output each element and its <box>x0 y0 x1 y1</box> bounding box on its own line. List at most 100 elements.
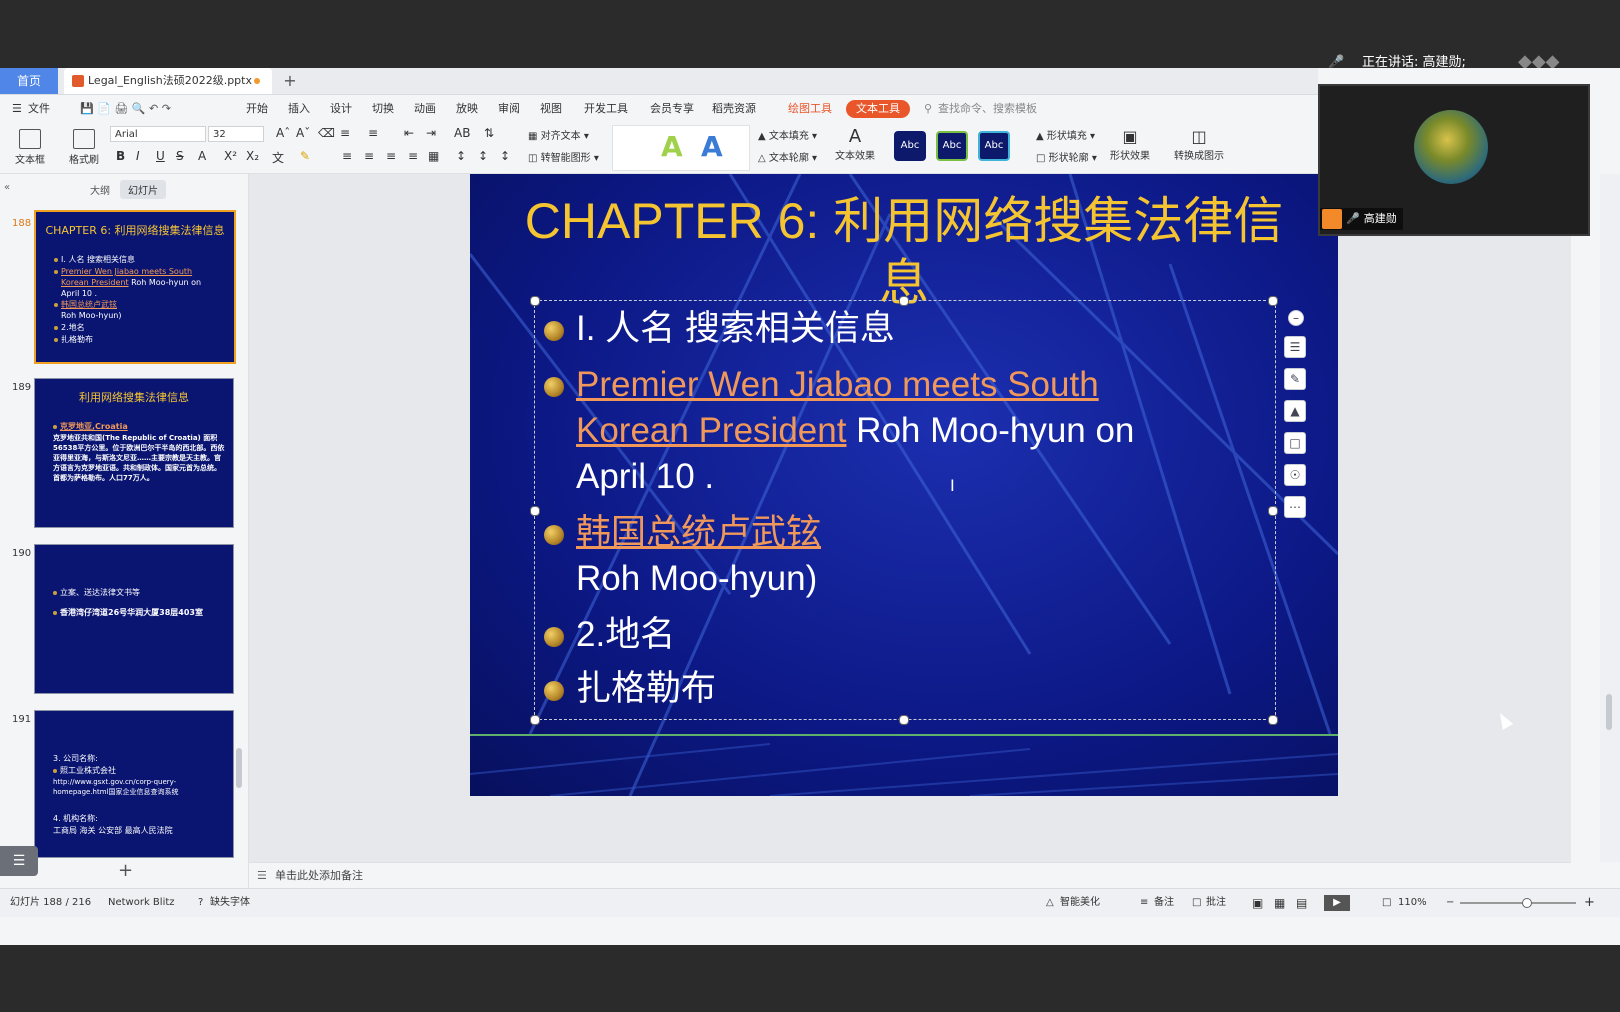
menu-hamburger-icon[interactable]: ☰ <box>12 95 22 123</box>
resize-handle[interactable] <box>530 715 540 725</box>
more-tools-icon[interactable]: ⋯ <box>1284 496 1306 518</box>
menu-review[interactable]: 审阅 <box>498 95 520 123</box>
outdent-icon[interactable]: ⇤ <box>404 126 414 140</box>
scroll-thumb[interactable] <box>1606 694 1612 730</box>
slide-thumb-188[interactable]: CHAPTER 6: 利用网络搜集法律信息 I. 人名 搜索相关信息 Premi… <box>34 210 236 364</box>
collapse-tools-icon[interactable]: – <box>1288 310 1304 326</box>
resize-handle[interactable] <box>1268 296 1278 306</box>
menu-design[interactable]: 设计 <box>330 95 352 123</box>
reading-view-icon[interactable]: ▤ <box>1296 889 1307 917</box>
line-spacing-icon[interactable]: ↕ <box>456 149 466 163</box>
shape-fill-button[interactable]: ▲ 形状填充 ▾ <box>1036 127 1095 142</box>
font-grow-icon[interactable]: Aˆ <box>276 126 290 140</box>
theme-name[interactable]: Network Blitz <box>108 889 175 917</box>
menu-drawing-tools[interactable]: 绘图工具 <box>788 95 832 123</box>
sort-icon[interactable]: ⇅ <box>484 126 494 140</box>
menu-animation[interactable]: 动画 <box>414 95 436 123</box>
lightbulb-icon[interactable]: ☉ <box>1284 464 1306 486</box>
zoom-slider-thumb[interactable] <box>1522 898 1532 908</box>
smart-beautify-button[interactable]: 智能美化 <box>1060 889 1100 917</box>
add-slide-button[interactable]: + <box>118 860 133 881</box>
slide-thumb-189[interactable]: 利用网络搜集法律信息 克罗地亚,Croatia 克罗地亚共和国(The Repu… <box>34 378 234 528</box>
align-text-button[interactable]: ▦ 对齐文本 ▾ <box>528 127 589 142</box>
shape-outline-button[interactable]: □ 形状轮廓 ▾ <box>1036 149 1097 164</box>
zoom-in-icon[interactable]: + <box>1584 889 1595 917</box>
normal-view-icon[interactable]: ▣ <box>1252 889 1263 917</box>
menu-transition[interactable]: 切换 <box>372 95 394 123</box>
resize-handle[interactable] <box>530 506 540 516</box>
quick-access-icons[interactable]: 💾 📄 🖨 🔍 ↶ ↷ <box>80 95 171 123</box>
thumb-scrollbar[interactable] <box>236 748 242 788</box>
numbering-icon[interactable]: ≡ <box>368 126 378 140</box>
menu-view[interactable]: 视图 <box>540 95 562 123</box>
text-fill-button[interactable]: ▲ 文本填充 ▾ <box>758 127 817 142</box>
pen-icon[interactable]: ✎ <box>1284 368 1306 390</box>
menu-home[interactable]: 开始 <box>246 95 268 123</box>
wordart-gallery[interactable]: A A <box>612 125 750 171</box>
clear-format-icon[interactable]: ⌫ <box>318 126 335 140</box>
tab-document[interactable]: Legal_English法硕2022级.pptx <box>64 68 272 94</box>
resize-handle[interactable] <box>899 715 909 725</box>
shape-style-3[interactable]: Abc <box>978 131 1010 161</box>
highlight-icon[interactable]: ✎ <box>300 149 310 163</box>
align-right-icon[interactable]: ≡ <box>386 149 396 163</box>
tab-slides[interactable]: 幻灯片 <box>120 180 166 199</box>
indent-icon[interactable]: ⇥ <box>426 126 436 140</box>
menu-developer[interactable]: 开发工具 <box>584 95 628 123</box>
outline-toggle-icon[interactable]: ☰ <box>0 846 38 876</box>
bullet-link[interactable]: 韩国总统卢武铉 <box>576 510 821 556</box>
tab-home[interactable]: 首页 <box>0 68 58 94</box>
underline-icon[interactable]: U <box>156 149 165 163</box>
notes-bar[interactable]: ☰ 单击此处添加备注 <box>249 862 1571 889</box>
comments-button[interactable]: 批注 <box>1206 889 1226 917</box>
collapse-panel-icon[interactable]: « <box>4 182 10 193</box>
justify-icon[interactable]: ≡ <box>408 149 418 163</box>
resize-handle[interactable] <box>899 296 909 306</box>
frame-icon[interactable]: □ <box>1284 432 1306 454</box>
resize-handle[interactable] <box>1268 715 1278 725</box>
textbox-button[interactable]: 文本框 <box>10 129 50 166</box>
bold-icon[interactable]: B <box>116 149 125 163</box>
zoom-slider[interactable] <box>1460 902 1576 904</box>
font-select[interactable]: Arial <box>110 126 206 142</box>
italic-icon[interactable]: I <box>136 149 140 163</box>
participant-video[interactable]: 🎤 高建勋 <box>1318 84 1590 236</box>
text-effect-button[interactable]: A 文本效果 <box>830 127 880 163</box>
smartart-button[interactable]: ◫ 转智能图形 ▾ <box>528 149 599 164</box>
bullets-icon[interactable]: ≡ <box>340 126 350 140</box>
missing-font-button[interactable]: 缺失字体 <box>210 889 250 917</box>
phonetic-icon[interactable]: 文 <box>272 149 284 166</box>
menu-text-tools[interactable]: 文本工具 <box>846 100 910 118</box>
zoom-level[interactable]: 110% <box>1398 889 1427 917</box>
shape-style-1[interactable]: Abc <box>894 131 926 161</box>
notes-placeholder[interactable]: 单击此处添加备注 <box>275 863 363 889</box>
font-size-select[interactable]: 32 <box>208 126 264 142</box>
menu-file[interactable]: 文件 <box>28 95 50 123</box>
convert-diagram-button[interactable]: ◫ 转换成图示 <box>1168 127 1230 162</box>
fit-window-icon[interactable]: □ <box>1382 889 1391 917</box>
slide-thumb-190[interactable]: 立案、送达法律文书等 香港湾仔湾道26号华润大厦38层403室 <box>34 544 234 694</box>
menu-member[interactable]: 会员专享 <box>650 95 694 123</box>
play-slideshow-button[interactable]: ▶ <box>1324 895 1350 911</box>
bullet-link[interactable]: Korean President <box>576 411 846 450</box>
menu-slideshow[interactable]: 放映 <box>456 95 478 123</box>
align-center-icon[interactable]: ≡ <box>364 149 374 163</box>
wordart-green-icon[interactable]: A <box>661 130 683 163</box>
para-spacing-icon[interactable]: ↕ <box>478 149 488 163</box>
new-tab-button[interactable]: + <box>280 68 300 94</box>
layers-icon[interactable]: ☰ <box>1284 336 1306 358</box>
shape-style-2[interactable]: Abc <box>936 131 968 161</box>
font-shrink-icon[interactable]: Aˇ <box>296 126 310 140</box>
wordart-blue-icon[interactable]: A <box>701 130 723 163</box>
tab-outline[interactable]: 大纲 <box>90 182 110 197</box>
align-left-icon[interactable]: ≡ <box>342 149 352 163</box>
vertical-scrollbar[interactable] <box>1600 174 1620 862</box>
subscript-icon[interactable]: X₂ <box>246 149 259 163</box>
distribute-icon[interactable]: ▦ <box>428 149 439 163</box>
grid-view-icon[interactable]: ▦ <box>1274 889 1285 917</box>
strikethrough-icon[interactable]: S <box>176 149 184 163</box>
zoom-out-icon[interactable]: − <box>1446 889 1454 917</box>
command-search[interactable]: 查找命令、搜索模板 <box>938 95 1037 123</box>
menu-insert[interactable]: 插入 <box>288 95 310 123</box>
columns-icon[interactable]: ↕ <box>500 149 510 163</box>
